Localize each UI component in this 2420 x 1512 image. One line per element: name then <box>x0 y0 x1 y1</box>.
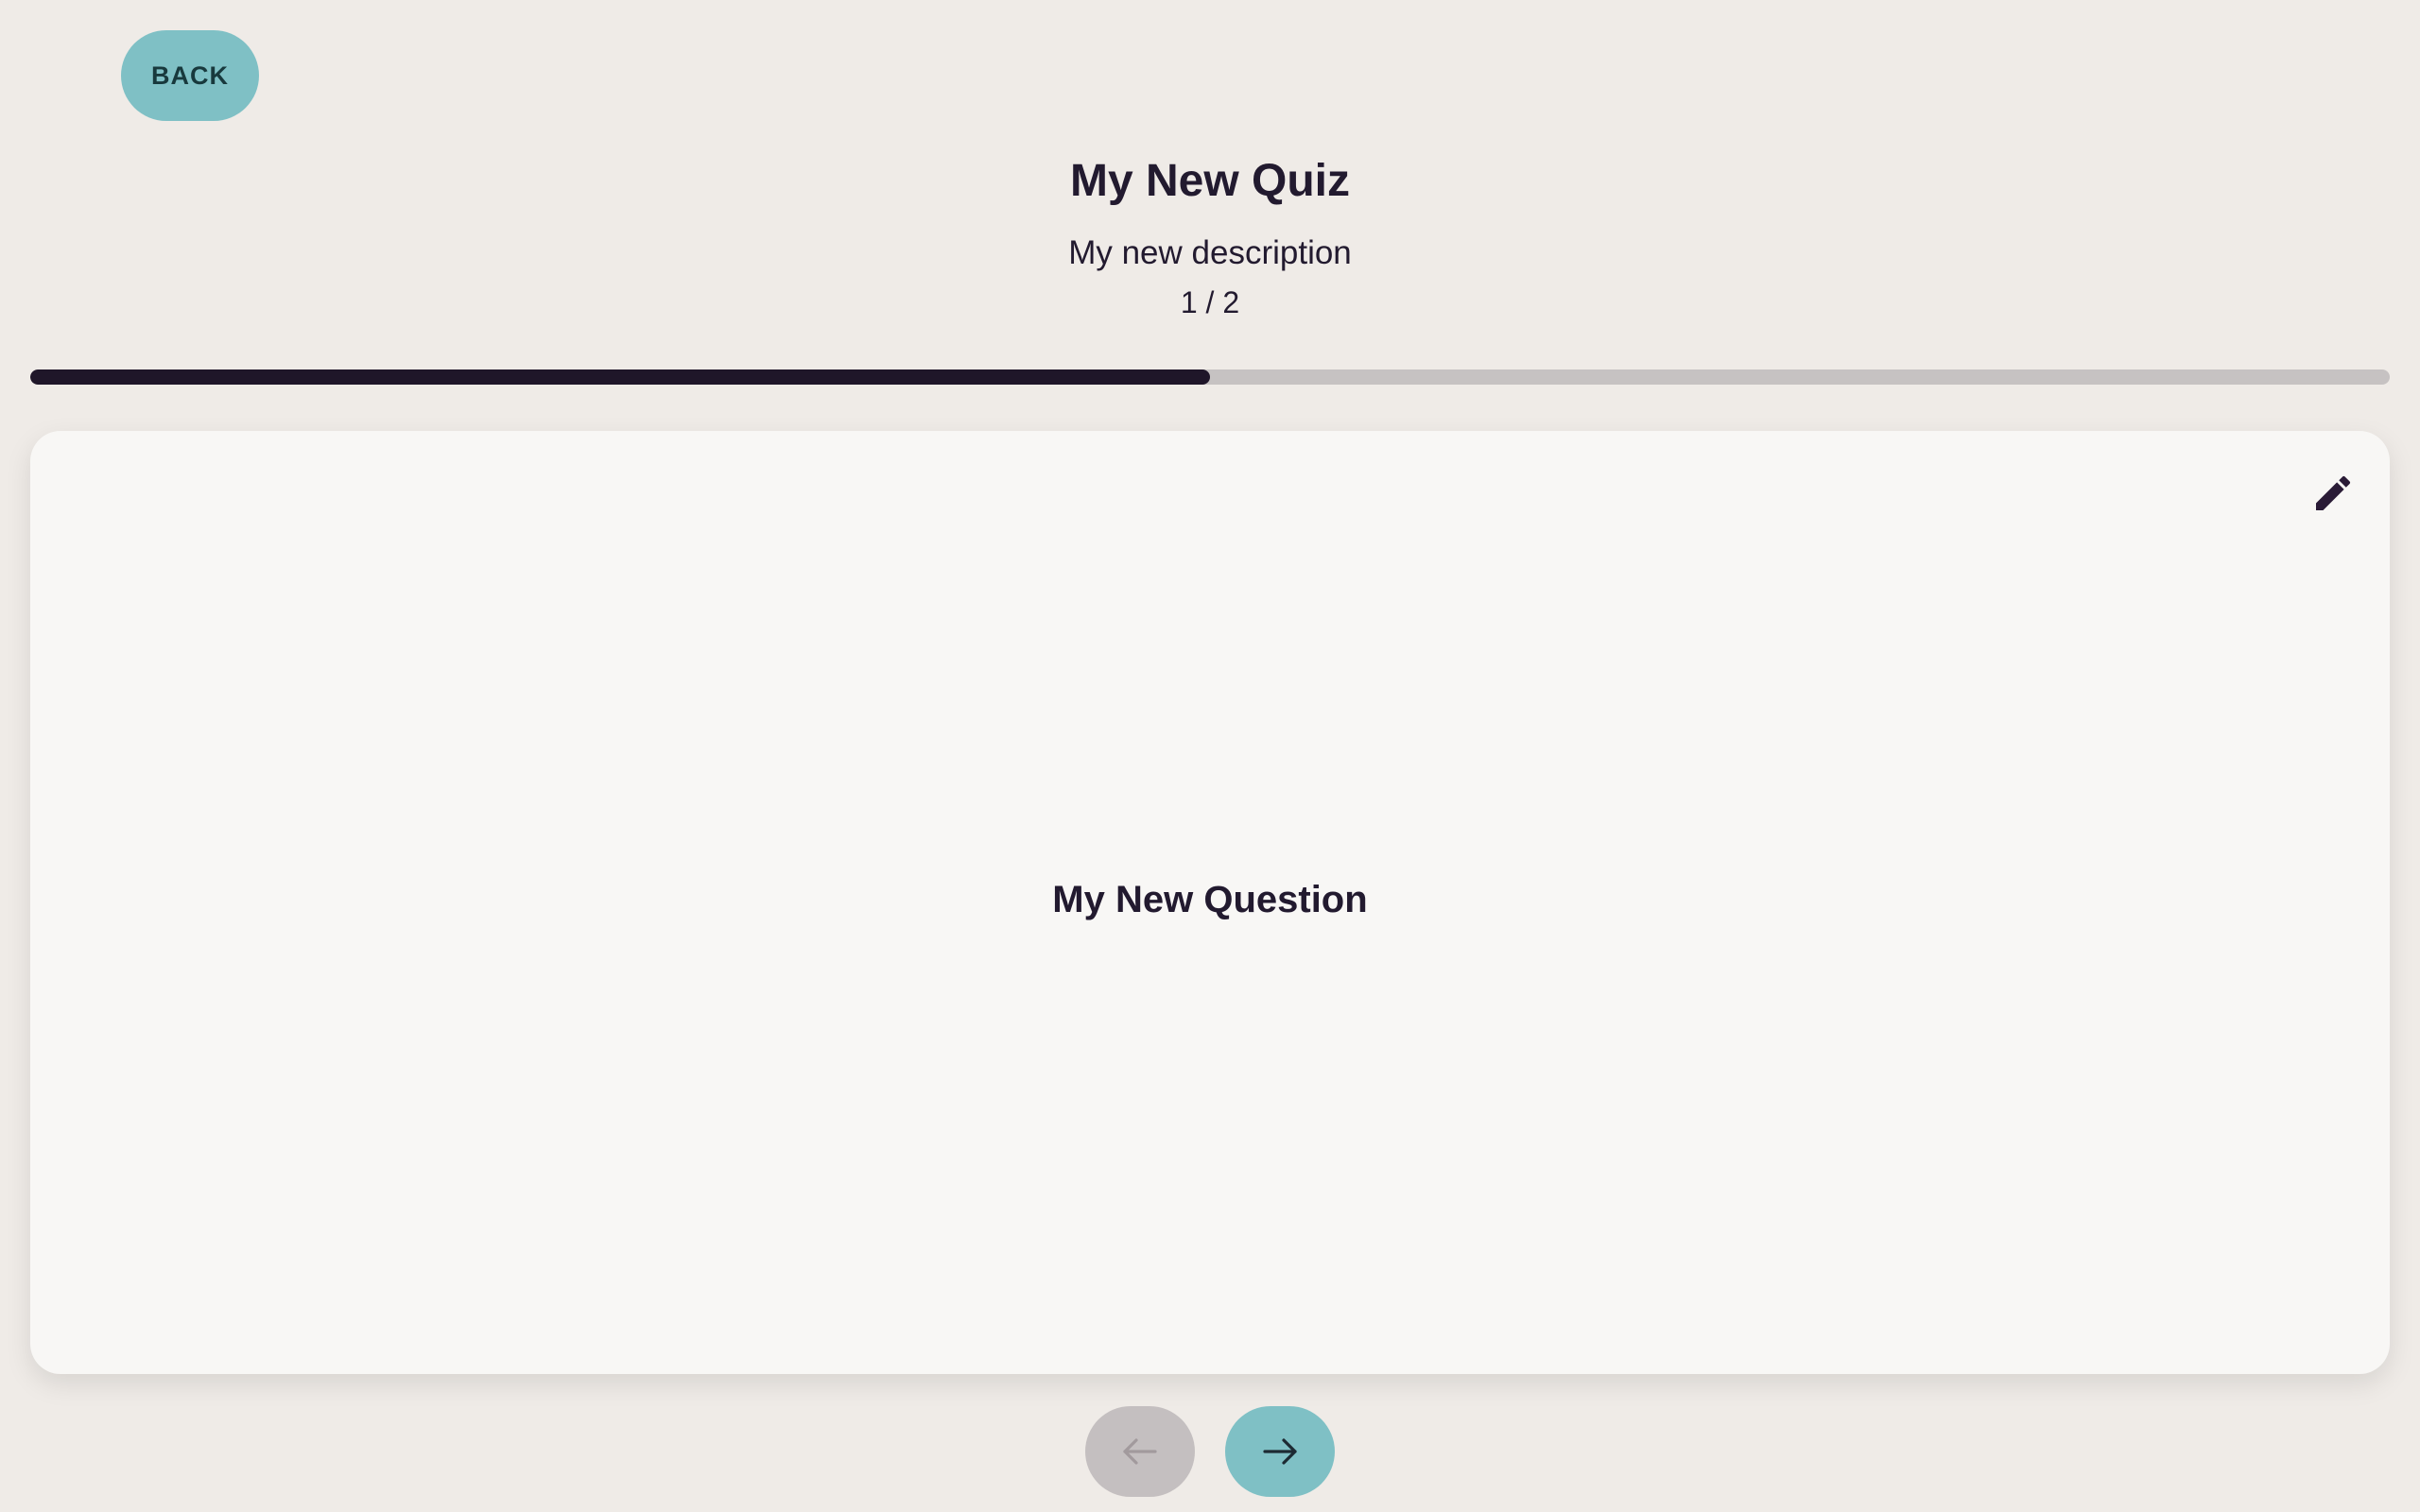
progress-bar-fill <box>30 369 1210 385</box>
arrow-left-icon <box>1123 1438 1157 1465</box>
question-text: My New Question <box>1052 879 1368 920</box>
previous-question-button <box>1085 1406 1195 1497</box>
pencil-icon <box>2316 475 2351 510</box>
quiz-title: My New Quiz <box>1069 156 1351 206</box>
question-counter: 1 / 2 <box>1180 285 1240 319</box>
next-question-button[interactable] <box>1225 1406 1335 1497</box>
back-button[interactable]: BACK <box>121 30 259 121</box>
arrow-right-icon <box>1263 1438 1297 1465</box>
edit-button[interactable] <box>2305 465 2361 522</box>
progress-bar <box>30 369 2390 385</box>
quiz-description: My new description <box>1068 234 1352 271</box>
quiz-page: BACK My New Quiz My new description 1 / … <box>0 0 2420 1512</box>
question-card: My New Question <box>30 431 2390 1374</box>
